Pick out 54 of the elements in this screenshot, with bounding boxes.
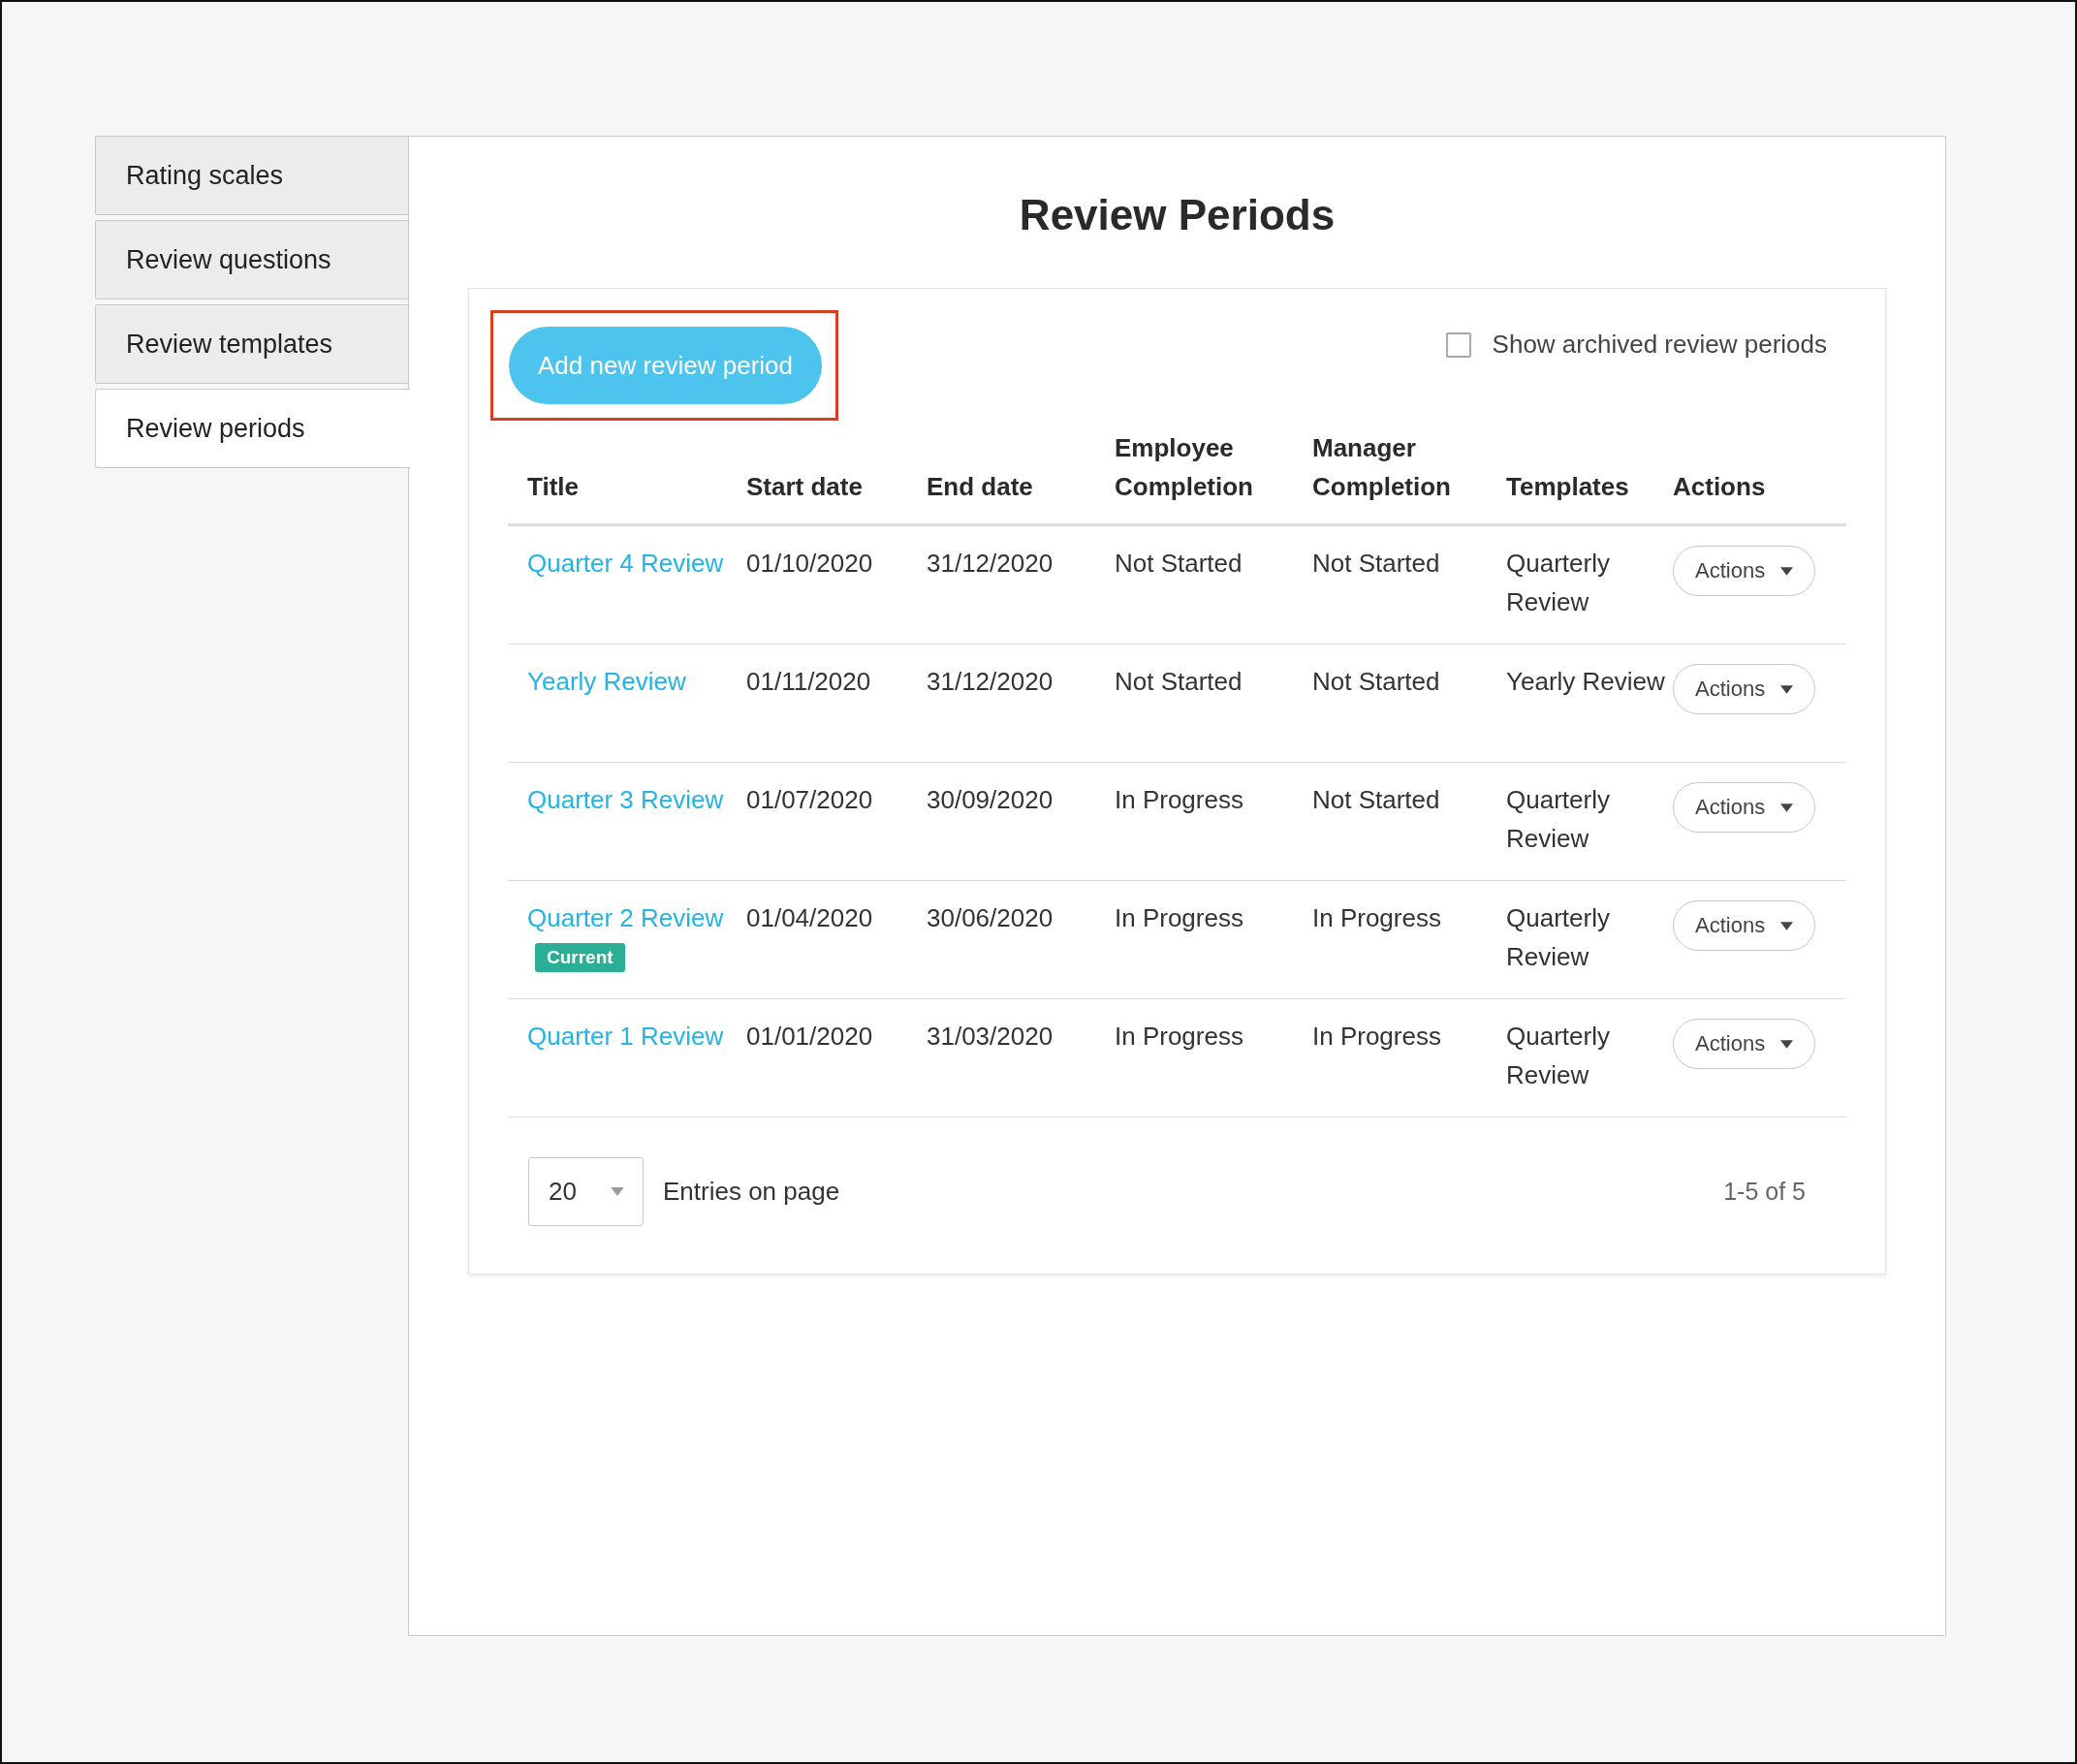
- checkbox-label: Show archived review periods: [1492, 330, 1827, 360]
- table-cell-text: Not Started: [1312, 548, 1441, 580]
- caret-icon: [1780, 684, 1794, 694]
- entries-label: Entries on page: [663, 1177, 840, 1207]
- table-cell-text: In Progress: [1312, 1021, 1442, 1053]
- current-badge: Current: [535, 943, 625, 972]
- caret-icon: [1780, 566, 1794, 576]
- table-cell-text: 01/04/2020: [746, 902, 874, 934]
- pagination-range: 1-5 of 5: [1723, 1178, 1806, 1206]
- column-header: End date: [927, 471, 1034, 503]
- table-cell-text: 30/06/2020: [927, 902, 1054, 934]
- sidebar-tab[interactable]: Review periods: [95, 389, 410, 468]
- table-cell-text: Not Started: [1312, 666, 1441, 698]
- actions-dropdown-button[interactable]: Actions: [1673, 664, 1816, 714]
- column-header: Actions: [1673, 471, 1767, 503]
- table-cell-text: 31/03/2020: [927, 1021, 1054, 1053]
- table-cell-text: Not Started: [1312, 784, 1441, 816]
- page-title: Review Periods: [1018, 191, 1337, 239]
- caret-icon: [1780, 803, 1794, 812]
- column-header: Start date: [746, 471, 864, 503]
- column-header: Templates: [1506, 471, 1630, 503]
- table-cell-text: 31/12/2020: [927, 666, 1054, 698]
- table-cell-text: In Progress: [1115, 1021, 1244, 1053]
- caret-icon: [1780, 921, 1794, 930]
- caret-icon: [1780, 1039, 1794, 1049]
- table-cell-text: Not Started: [1115, 548, 1243, 580]
- table-cell-text: Quarterly Review: [1506, 902, 1611, 973]
- table-cell-text: In Progress: [1115, 784, 1244, 816]
- table-cell-text: Yearly Review: [1506, 666, 1666, 698]
- table-cell-text: 01/11/2020: [746, 666, 872, 698]
- table-cell-text: Quarterly Review: [1506, 1021, 1611, 1091]
- page-size-select[interactable]: 20: [528, 1157, 644, 1226]
- sidebar-tab[interactable]: Review questions: [95, 220, 408, 299]
- caret-icon: [610, 1187, 625, 1196]
- actions-dropdown-button[interactable]: Actions: [1673, 546, 1816, 596]
- table-cell-text: 01/10/2020: [746, 548, 874, 580]
- column-header: Employee Completion: [1115, 432, 1254, 503]
- actions-dropdown-button[interactable]: Actions: [1673, 782, 1816, 833]
- actions-dropdown-button[interactable]: Actions: [1673, 900, 1816, 951]
- table-cell-text: 31/12/2020: [927, 548, 1054, 580]
- table-cell-text: 30/09/2020: [927, 784, 1054, 816]
- table-cell-text: Quarterly Review: [1506, 548, 1611, 618]
- table-cell-text: 01/07/2020: [746, 784, 874, 816]
- table-cell-text: Quarterly Review: [1506, 784, 1611, 855]
- table-cell-text: In Progress: [1115, 902, 1244, 934]
- sidebar-tab[interactable]: Review templates: [95, 304, 408, 384]
- column-header: Title: [527, 471, 580, 503]
- column-header: Manager Completion: [1312, 432, 1452, 503]
- actions-dropdown-button[interactable]: Actions: [1673, 1019, 1816, 1069]
- checkbox[interactable]: [1445, 331, 1471, 358]
- table-cell-text: In Progress: [1312, 902, 1442, 934]
- table-cell-text: 01/01/2020: [746, 1021, 874, 1053]
- table-cell-text: Not Started: [1115, 666, 1243, 698]
- sidebar-tab[interactable]: Rating scales: [95, 136, 408, 215]
